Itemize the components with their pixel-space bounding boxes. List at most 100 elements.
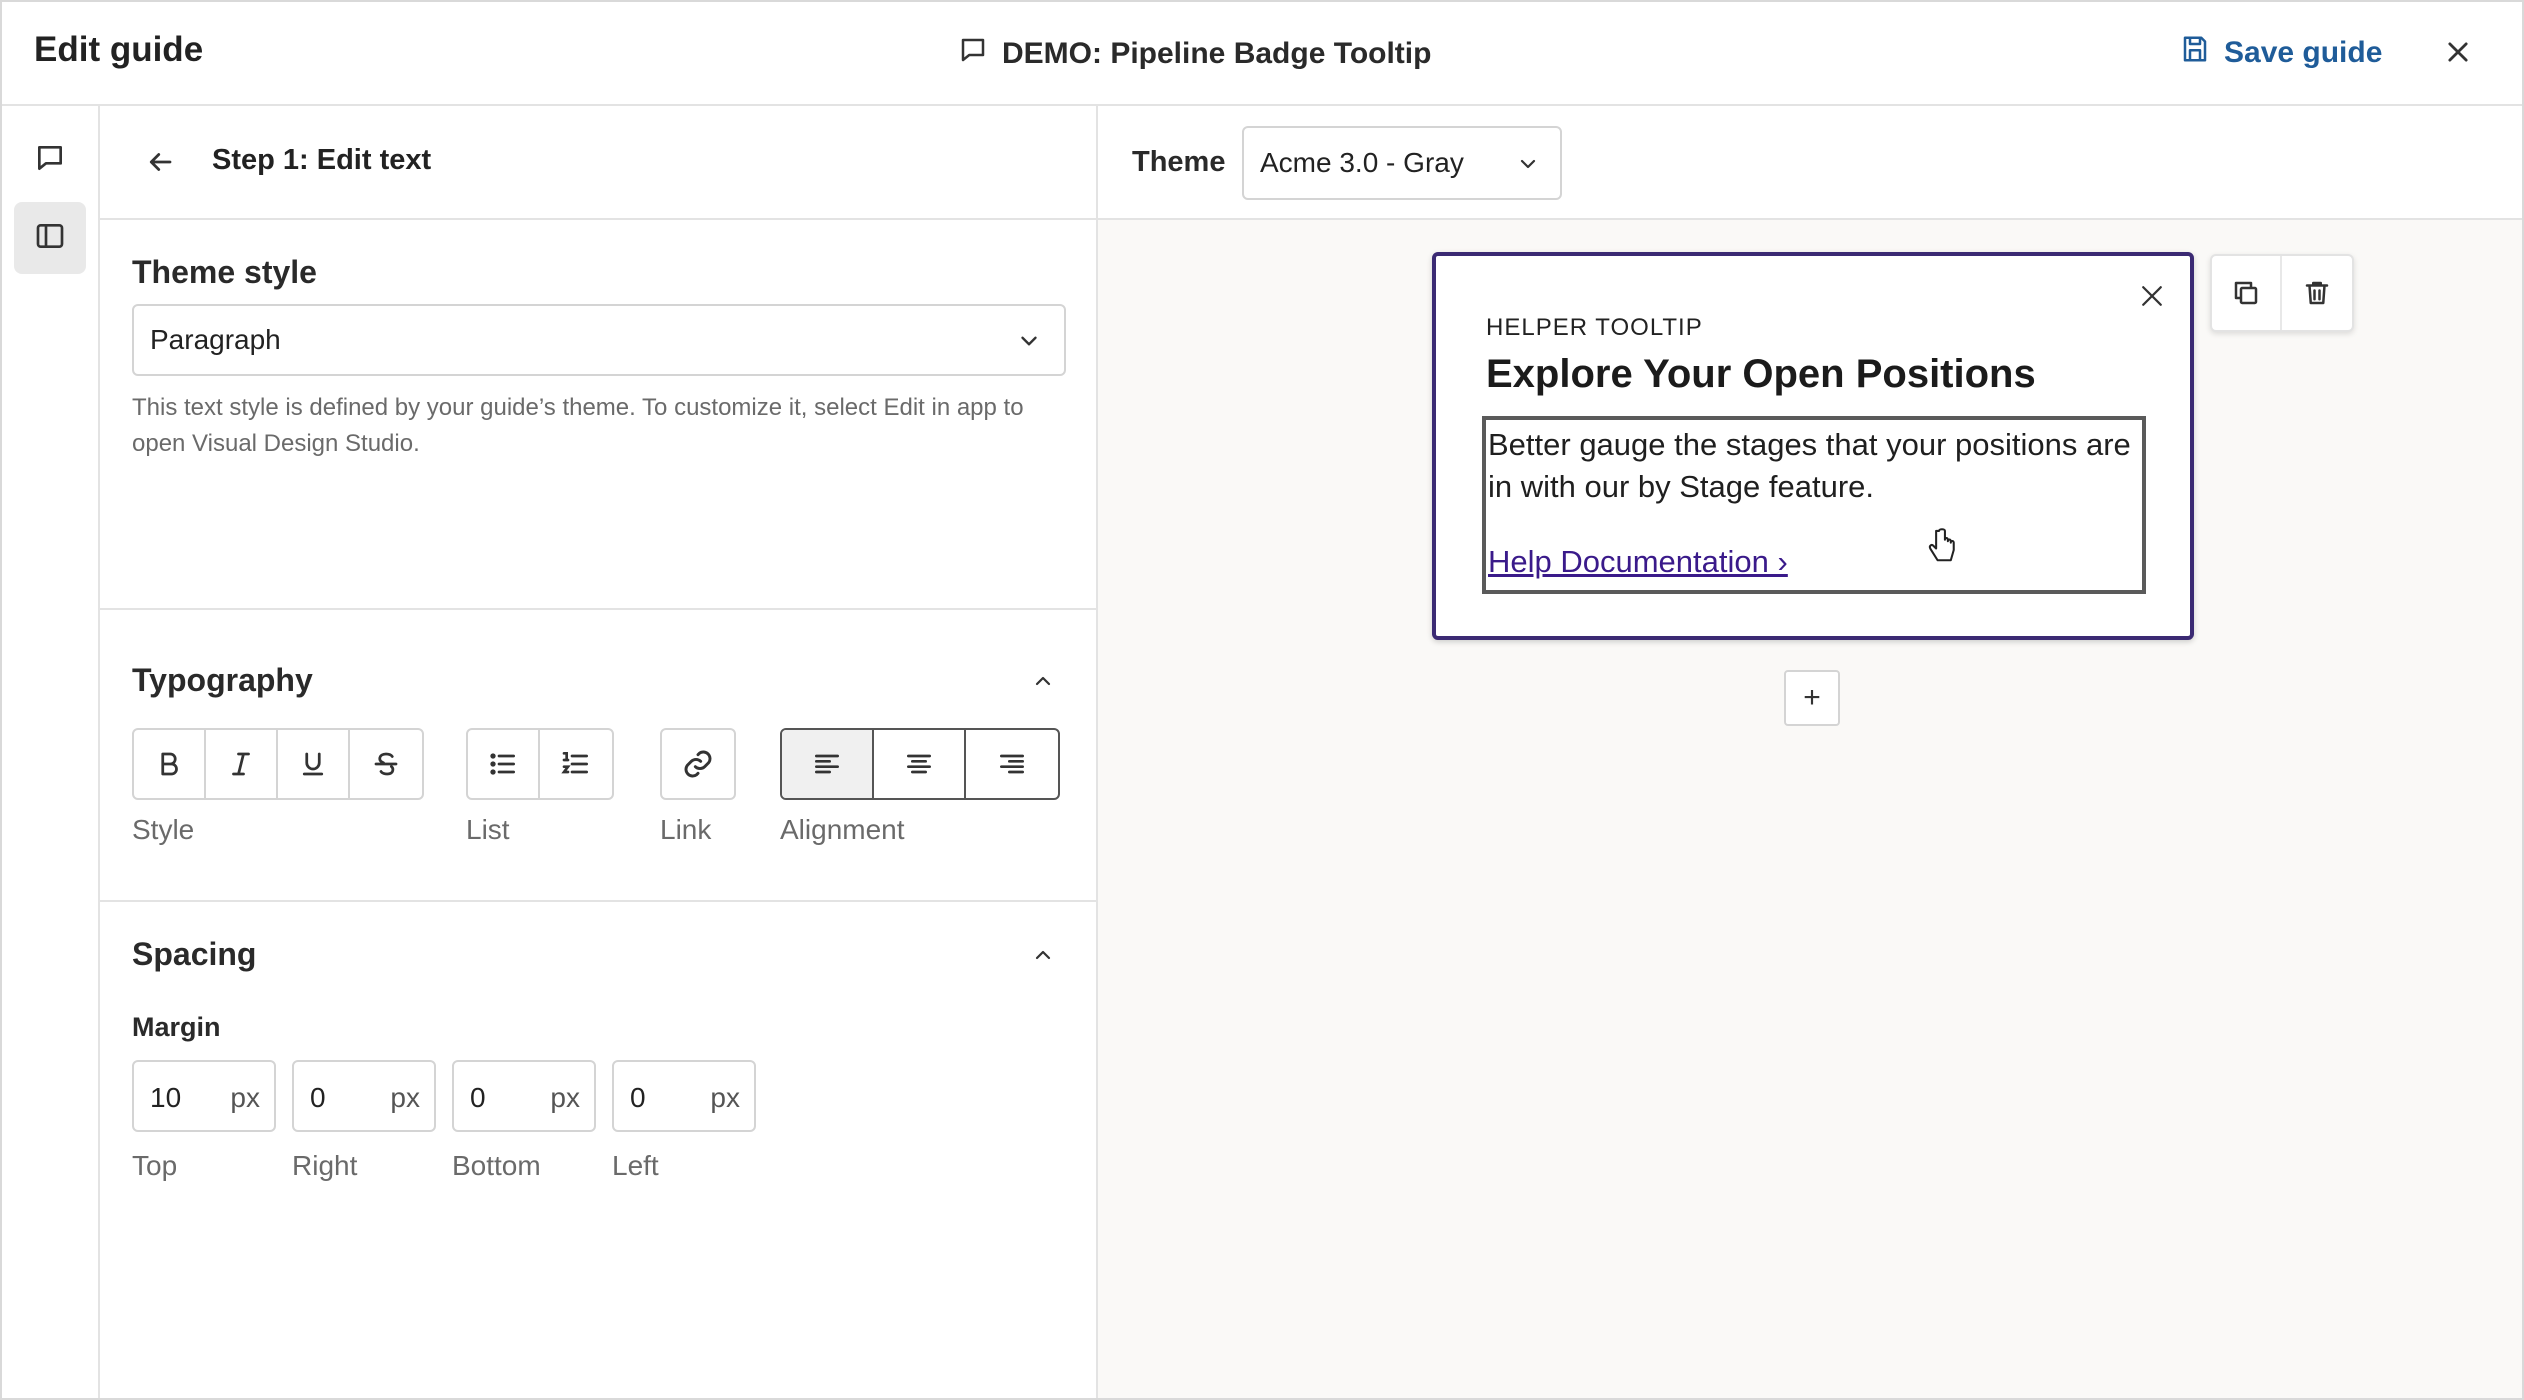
italic-icon (232, 752, 250, 776)
margin-top-field[interactable]: 10 px (132, 1060, 276, 1132)
align-left-button[interactable] (782, 730, 874, 798)
guide-name: DEMO: Pipeline Badge Tooltip (958, 32, 1431, 76)
tooltip-label[interactable]: HELPER TOOLTIP (1486, 314, 1703, 342)
style-label: Style (132, 814, 195, 845)
chevron-up-icon (1035, 950, 1051, 960)
theme-style-value: Paragraph (150, 324, 281, 355)
align-right-button[interactable] (966, 730, 1058, 798)
margin-top-value: 10 (150, 1082, 182, 1113)
chevron-down-icon (1520, 159, 1536, 169)
back-button[interactable] (140, 142, 180, 182)
help-documentation-link[interactable]: Help Documentation › (1488, 544, 1788, 580)
close-icon (2142, 286, 2162, 306)
arrow-left-icon (149, 153, 172, 171)
margin-top-unit: px (230, 1082, 260, 1113)
trash-icon (2305, 281, 2329, 305)
alignment-label: Alignment (780, 814, 905, 845)
spacing-heading: Spacing (132, 936, 257, 972)
align-left-icon (815, 754, 839, 774)
bold-icon (161, 752, 178, 776)
margin-right-label: Right (292, 1150, 358, 1181)
margin-right-unit: px (390, 1082, 420, 1113)
sidebar-panel-icon (34, 220, 66, 257)
bold-button[interactable] (134, 730, 206, 798)
theme-select[interactable]: Acme 3.0 - Gray (1242, 126, 1562, 200)
margin-bottom-unit: px (550, 1082, 580, 1113)
comment-icon (34, 142, 66, 179)
list-label: List (466, 814, 510, 845)
add-block-button[interactable]: + (1784, 670, 1840, 726)
left-rail (2, 106, 100, 1398)
margin-bottom-field[interactable]: 0 px (452, 1060, 596, 1132)
list-button-group (466, 728, 614, 800)
tooltip-preview[interactable]: HELPER TOOLTIP Explore Your Open Positio… (1432, 252, 2194, 640)
chevron-down-icon (1021, 336, 1037, 346)
bulleted-list-button[interactable] (468, 730, 540, 798)
preview-canvas: Theme Acme 3.0 - Gray HELPER TOOLTIP Exp… (1098, 106, 2522, 1398)
comment-icon (958, 35, 988, 73)
margin-left-value: 0 (630, 1082, 646, 1113)
alignment-button-group (780, 728, 1060, 800)
theme-style-help: This text style is defined by your guide… (132, 394, 1024, 457)
spacing-collapse-button[interactable] (1026, 938, 1060, 972)
strikethrough-button[interactable] (350, 730, 422, 798)
margin-bottom-value: 0 (470, 1082, 486, 1113)
link-button-group (660, 728, 736, 800)
save-guide-button[interactable]: Save guide (2180, 30, 2382, 76)
margin-bottom-label: Bottom (452, 1150, 541, 1181)
duplicate-button[interactable] (2212, 256, 2283, 330)
bulleted-list-icon (490, 753, 515, 775)
margin-right-field[interactable]: 0 px (292, 1060, 436, 1132)
align-center-button[interactable] (874, 730, 966, 798)
margin-top-label: Top (132, 1150, 178, 1181)
guide-editor: Edit guide DEMO: Pipeline Badge Tooltip … (0, 0, 2524, 1400)
header-bar: Edit guide DEMO: Pipeline Badge Tooltip … (2, 2, 2522, 106)
theme-style-heading: Theme style (132, 254, 317, 290)
tooltip-close-button[interactable] (2134, 278, 2170, 314)
numbered-list-icon (561, 752, 588, 774)
step-header: Step 1: Edit text (100, 106, 1096, 220)
step-editor-panel: Step 1: Edit text Theme style Paragraph … (100, 106, 1098, 1398)
margin-left-unit: px (710, 1082, 740, 1113)
tooltip-heading[interactable]: Explore Your Open Positions (1486, 352, 2036, 397)
theme-bar: Theme Acme 3.0 - Gray (1098, 106, 2522, 220)
strikethrough-icon (374, 752, 398, 776)
close-editor-button[interactable] (2438, 32, 2478, 72)
rail-comments-button[interactable] (14, 124, 86, 196)
tooltip-body-text[interactable]: Better gauge the stages that your positi… (1488, 424, 2140, 508)
margin-label: Margin (132, 1012, 221, 1042)
guide-name-text: DEMO: Pipeline Badge Tooltip (1002, 37, 1432, 70)
margin-right-value: 0 (310, 1082, 326, 1113)
theme-label: Theme (1132, 146, 1226, 178)
underline-button[interactable] (278, 730, 350, 798)
underline-icon (302, 752, 324, 776)
hand-cursor-icon (1928, 528, 1955, 562)
save-guide-label: Save guide (2224, 36, 2383, 69)
theme-select-value: Acme 3.0 - Gray (1260, 147, 1464, 178)
margin-left-field[interactable]: 0 px (612, 1060, 756, 1132)
numbered-list-button[interactable] (540, 730, 612, 798)
typography-heading: Typography (132, 662, 313, 698)
step-title: Step 1: Edit text (212, 144, 432, 176)
align-right-icon (1000, 754, 1024, 774)
link-icon (684, 750, 712, 778)
save-icon (2180, 34, 2210, 72)
margin-left-label: Left (612, 1150, 659, 1181)
delete-button[interactable] (2282, 256, 2352, 330)
chevron-up-icon (1035, 676, 1051, 686)
theme-style-section: Theme style Paragraph This text style is… (100, 220, 1096, 610)
align-center-icon (907, 754, 931, 774)
close-icon (2448, 42, 2468, 62)
theme-style-select[interactable]: Paragraph (132, 304, 1066, 376)
typography-collapse-button[interactable] (1026, 664, 1060, 698)
tooltip-body-selected[interactable]: Better gauge the stages that your positi… (1482, 416, 2146, 594)
copy-icon (2234, 281, 2258, 305)
rail-panel-button[interactable] (14, 202, 86, 274)
italic-button[interactable] (206, 730, 278, 798)
style-button-group (132, 728, 424, 800)
typography-section: Typography Style List Link Alignment (100, 610, 1096, 902)
link-button[interactable] (662, 730, 734, 798)
link-label: Link (660, 814, 712, 845)
spacing-section: Spacing Margin 10 px Top 0 px Right 0 px… (100, 902, 1096, 1202)
page-title: Edit guide (34, 30, 204, 69)
